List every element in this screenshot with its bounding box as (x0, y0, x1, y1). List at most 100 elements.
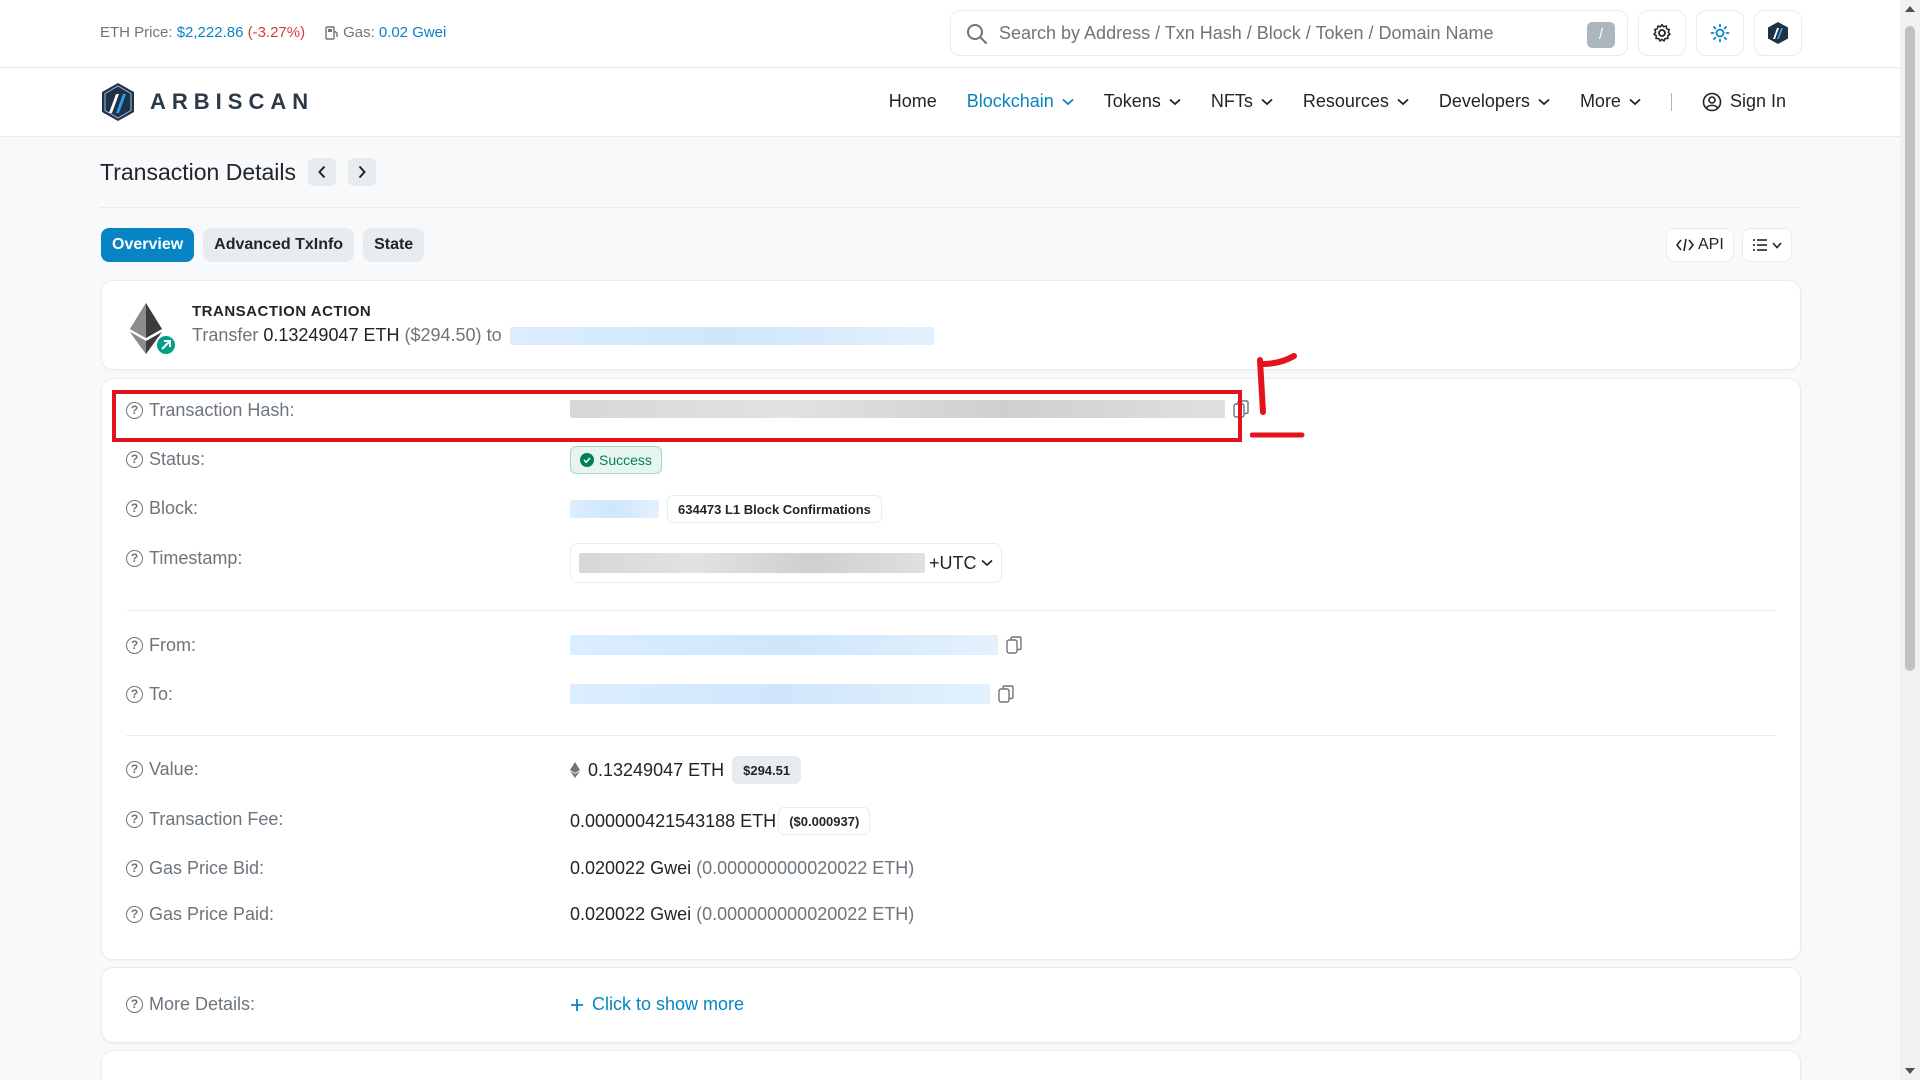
action-title: TRANSACTION ACTION (192, 303, 372, 320)
tab-advanced-txinfo[interactable]: Advanced TxInfo (203, 228, 355, 262)
annotation-mark-2: ۲ (1250, 353, 1305, 438)
scroll-down-arrow-icon[interactable] (1904, 1066, 1916, 1076)
chevron-down-icon (1169, 98, 1181, 105)
block-confirmations-badge: 634473 L1 Block Confirmations (667, 495, 882, 523)
arbitrum-icon (1768, 22, 1788, 44)
redacted-recipient-address[interactable] (509, 327, 934, 346)
value-usd-badge: $294.51 (732, 756, 802, 784)
nav-item-more[interactable]: More (1580, 91, 1641, 112)
arbitrum-logo-icon (102, 83, 134, 121)
brand-name: ARBISCAN (150, 89, 315, 114)
help-icon[interactable]: ? (126, 811, 143, 828)
tab-overview[interactable]: Overview (101, 228, 195, 262)
row-timestamp: ? Timestamp: +UTC (126, 539, 1776, 589)
row-block: ? Block: 634473 L1 Block Confirmations (126, 489, 1776, 529)
tab-bar: Overview Advanced TxInfo State (101, 228, 425, 262)
redacted-to-address[interactable] (570, 684, 990, 704)
next-transaction-button[interactable] (348, 158, 377, 186)
help-icon[interactable]: ? (126, 637, 143, 654)
theme-toggle-button[interactable] (1696, 10, 1744, 56)
scroll-up-arrow-icon[interactable] (1904, 4, 1916, 14)
redacted-block-number[interactable] (570, 500, 659, 518)
gas-info: Gas: 0.02 Gwei (325, 24, 446, 41)
action-usd: ($294.50) (404, 325, 482, 345)
nav-label: Blockchain (966, 91, 1054, 111)
nav-item-resources[interactable]: Resources (1303, 91, 1409, 112)
prev-transaction-button[interactable] (308, 158, 337, 186)
nav-item-nfts[interactable]: NFTs (1211, 91, 1273, 112)
title-divider (100, 207, 1800, 208)
help-icon[interactable]: ? (126, 686, 143, 703)
help-icon[interactable]: ? (126, 860, 143, 877)
nav-item-developers[interactable]: Developers (1439, 91, 1550, 112)
redacted-from-address[interactable] (570, 635, 998, 655)
api-button[interactable]: API (1666, 228, 1734, 262)
status-text: Success (599, 452, 652, 468)
search-shortcut-key: / (1587, 22, 1615, 48)
nav-item-tokens[interactable]: Tokens (1104, 91, 1181, 112)
row-more-details: ? More Details: Click to show more (126, 985, 1776, 1025)
network-switch-button[interactable] (1754, 10, 1802, 56)
chevron-down-icon (1062, 98, 1074, 105)
sign-in-link[interactable]: Sign In (1702, 91, 1786, 112)
nav-label: Resources (1302, 91, 1389, 111)
row-label: Block: (149, 498, 199, 518)
page-scrollbar[interactable] (1900, 0, 1920, 1080)
arbiscan-logo[interactable]: ARBISCAN (100, 82, 314, 122)
scroll-thumb[interactable] (1905, 26, 1915, 671)
row-label: Gas Price Paid: (149, 904, 275, 924)
api-label: API (1698, 236, 1724, 253)
row-label: Status: (149, 449, 206, 469)
row-status: ? Status: Success (126, 440, 1776, 480)
search-bar[interactable]: / (950, 10, 1628, 56)
action-to-word: to (486, 325, 502, 345)
gas-value[interactable]: 0.02 Gwei (379, 24, 447, 41)
nav-item-home[interactable]: Home (889, 91, 937, 112)
help-icon[interactable]: ? (126, 906, 143, 923)
timestamp-selector[interactable]: +UTC (570, 543, 1002, 583)
row-label: From: (149, 635, 196, 655)
help-icon[interactable]: ? (126, 761, 143, 778)
gas-paid-value: 0.020022 Gwei (570, 904, 692, 924)
chevron-down-icon (1772, 241, 1782, 249)
gas-bid-eth: (0.000000000020022 ETH) (696, 858, 915, 878)
value-amount: 0.13249047 ETH (588, 759, 725, 780)
row-transaction-fee: ? Transaction Fee: 0.000000421543188 ETH … (126, 800, 1776, 840)
search-icon (967, 24, 987, 44)
help-icon[interactable]: ? (126, 500, 143, 517)
view-options-button[interactable] (1741, 228, 1792, 262)
show-more-link[interactable]: Click to show more (570, 994, 744, 1015)
tab-state[interactable]: State (363, 228, 425, 262)
row-label: Gas Price Bid: (149, 858, 265, 878)
action-verb: Transfer (192, 325, 259, 345)
chevron-down-icon (1538, 98, 1550, 105)
row-gas-price-bid: ? Gas Price Bid: 0.020022 Gwei (0.0000000… (126, 849, 1776, 889)
gas-pump-icon (325, 26, 338, 40)
chevron-down-icon (1397, 98, 1409, 105)
action-amount: 0.13249047 ETH (263, 325, 400, 345)
gas-label: Gas: (343, 24, 375, 41)
gear-icon (1653, 23, 1671, 42)
copy-icon[interactable] (998, 685, 1014, 703)
help-icon[interactable]: ? (126, 550, 143, 567)
eth-price-value[interactable]: $2,222.86 (177, 24, 244, 41)
row-label: To: (149, 684, 174, 704)
next-card-partial (101, 1050, 1801, 1080)
status-badge: Success (570, 446, 662, 474)
nav-menu: Home Blockchain Tokens NFTs Resources De… (889, 91, 1786, 112)
fee-usd-badge: ($0.000937) (778, 807, 871, 835)
redacted-timestamp (579, 553, 925, 573)
nav-item-blockchain[interactable]: Blockchain (967, 91, 1074, 112)
check-circle-icon (580, 453, 594, 467)
help-icon[interactable]: ? (126, 451, 143, 468)
copy-icon[interactable] (1006, 636, 1022, 654)
help-icon[interactable]: ? (126, 996, 143, 1013)
settings-button[interactable] (1638, 10, 1686, 56)
row-label: More Details: (149, 994, 256, 1014)
fee-amount: 0.000000421543188 ETH (570, 810, 777, 831)
section-divider (126, 735, 1776, 736)
search-input[interactable] (999, 19, 1559, 47)
transaction-details-card: ? Transaction Hash: ? Status: Success ? Blo… (101, 378, 1801, 960)
row-label: Transaction Fee: (149, 809, 284, 829)
nav-label: NFTs (1210, 91, 1253, 111)
